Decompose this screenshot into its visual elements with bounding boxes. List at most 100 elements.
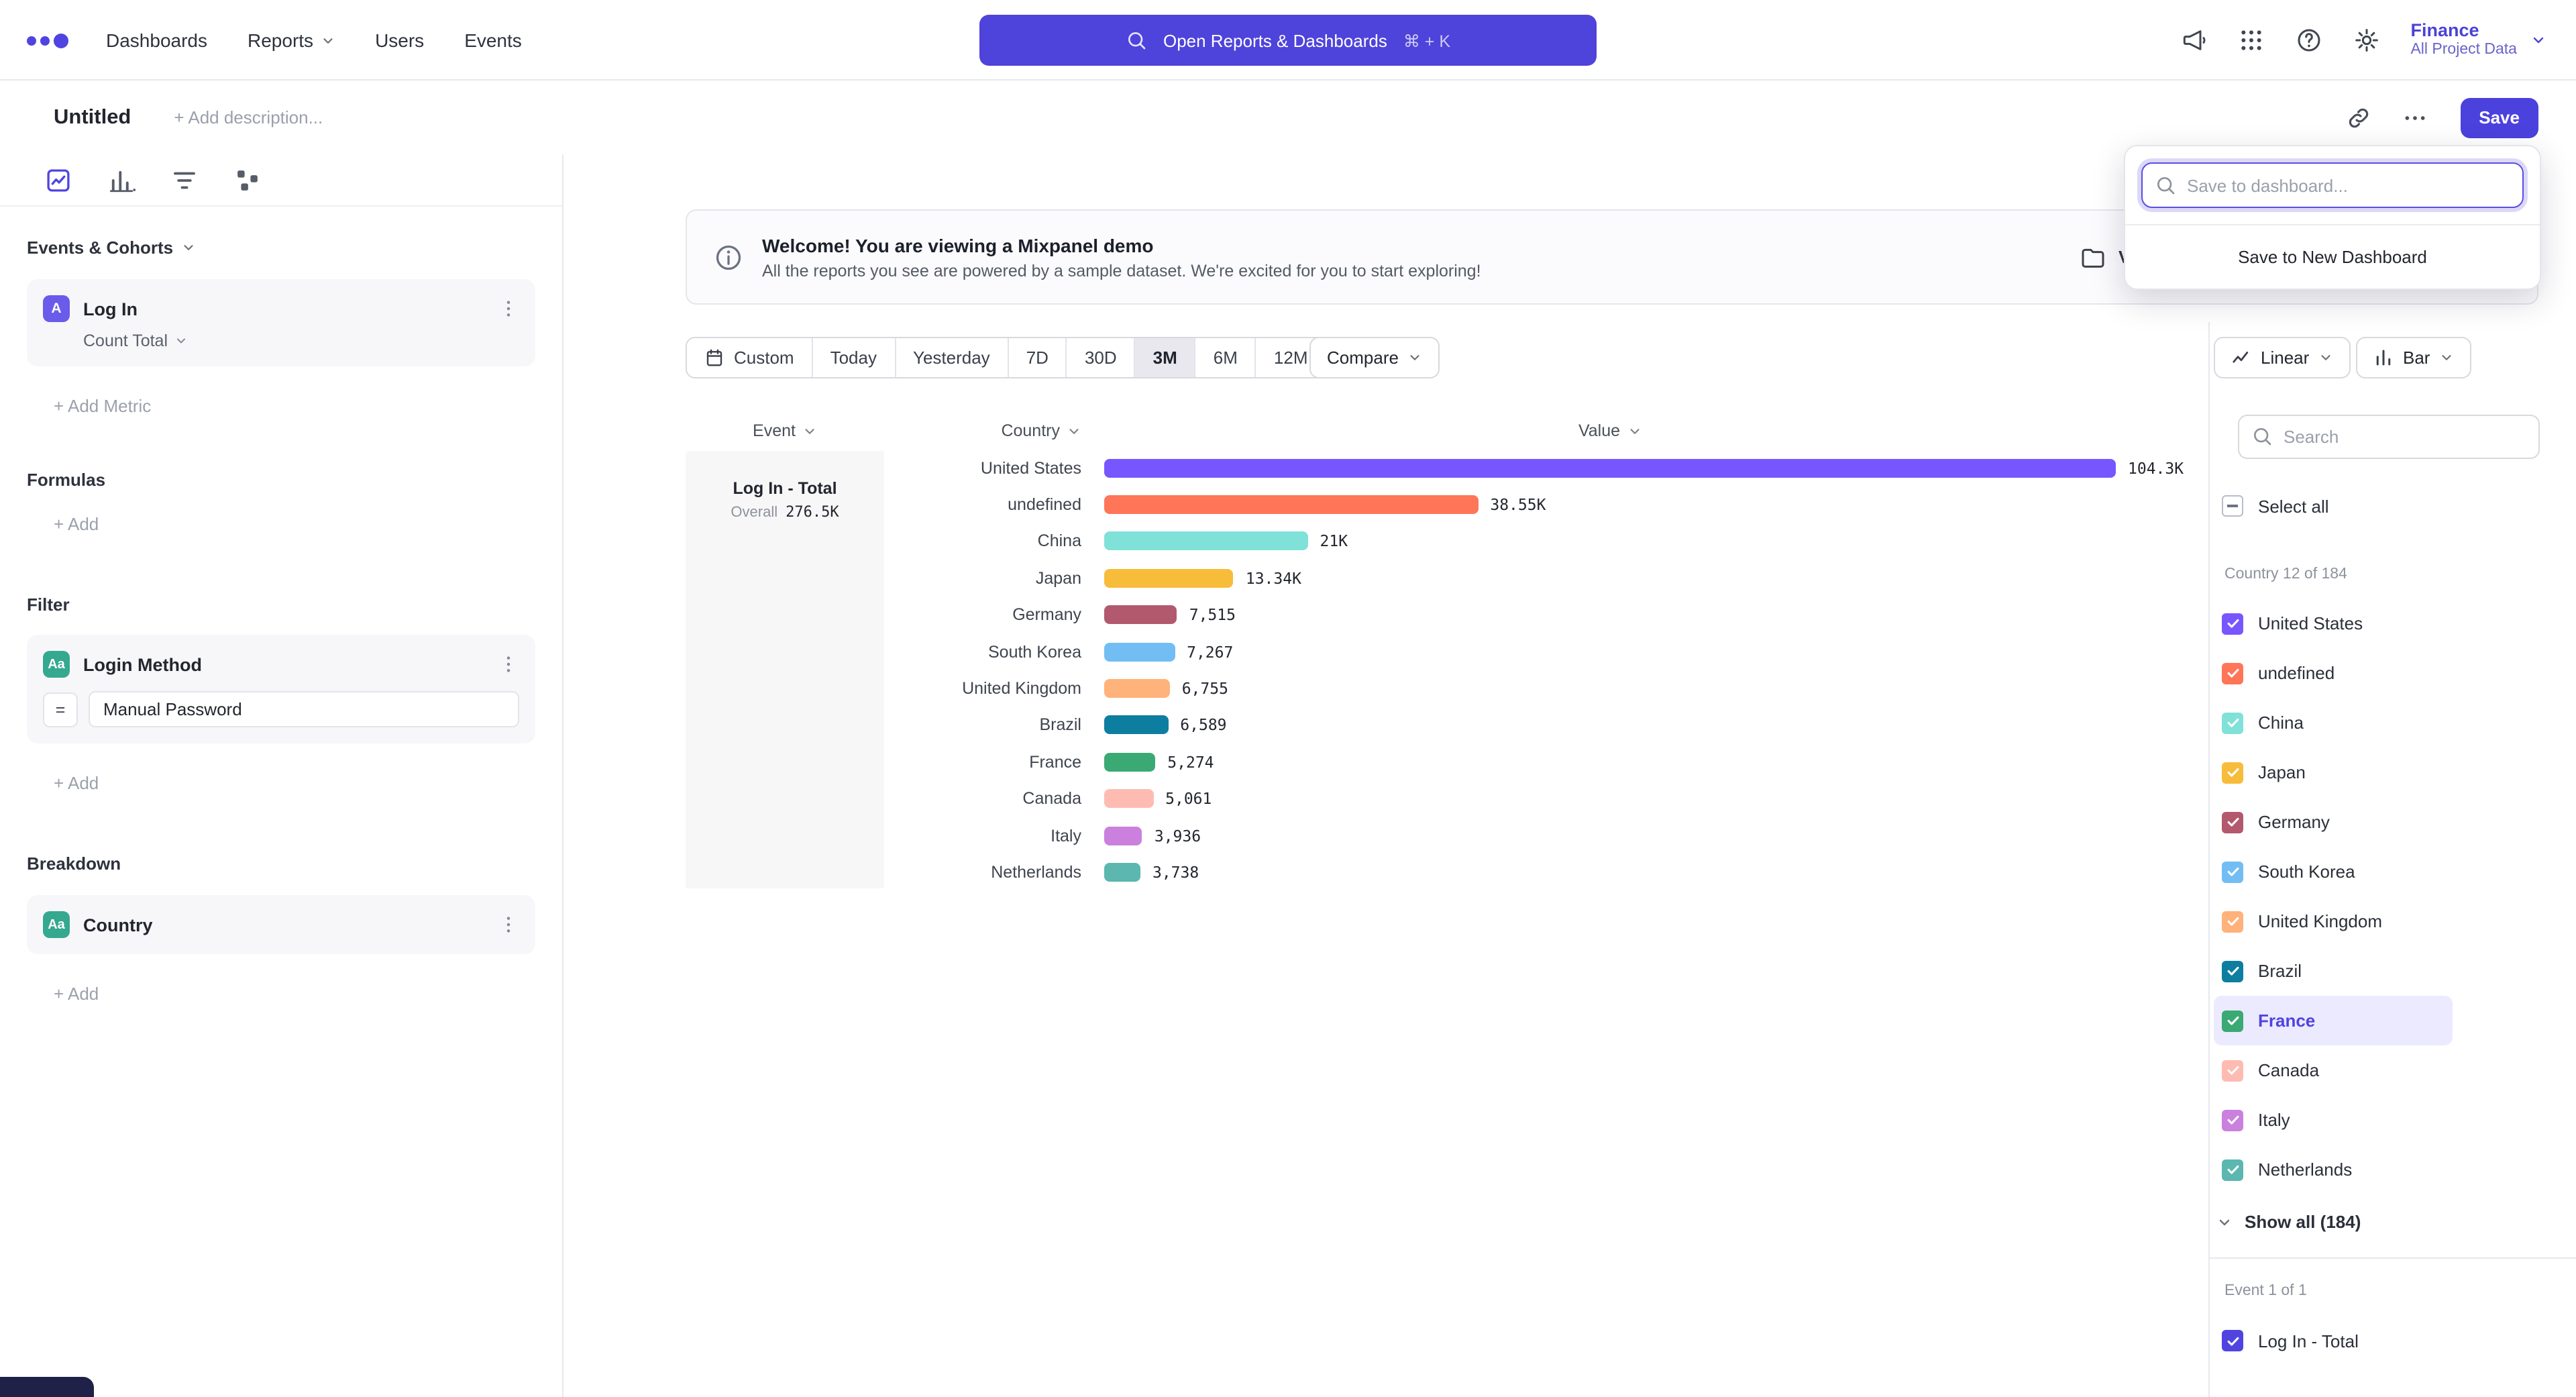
filter-operator[interactable]: = [43,692,78,727]
insights-tab-icon[interactable] [44,166,72,194]
bar-segment[interactable] [1104,642,1175,661]
project-selector[interactable]: Finance All Project Data [2410,20,2546,60]
country-label: undefined [884,495,1081,514]
report-title[interactable]: Untitled [54,105,131,130]
column-header-value[interactable]: Value [1104,420,2116,442]
copy-link-icon[interactable] [2345,104,2371,131]
checkbox-indeterminate[interactable] [2222,495,2243,517]
country-filter-item[interactable]: France [2214,996,2453,1045]
date-range-tab[interactable]: 6M [1195,338,1255,377]
metric-card[interactable]: A Log In Count Total [27,279,535,366]
top-nav: Dashboards Reports Users Events Open Rep… [0,0,2576,81]
country-filter-item[interactable]: Italy [2214,1095,2453,1145]
bar-segment[interactable] [1104,826,1142,845]
country-filter-item[interactable]: China [2214,698,2453,747]
checkbox-checked[interactable] [2222,662,2243,684]
nav-link[interactable]: Users [375,30,424,51]
flows-tab-icon[interactable] [233,166,262,194]
kebab-menu-icon[interactable] [498,298,519,319]
date-range-tab[interactable]: Today [812,338,894,377]
checkbox-checked[interactable] [2222,762,2243,783]
kebab-menu-icon[interactable] [498,654,519,675]
date-range-tab[interactable]: 30D [1066,338,1134,377]
checkbox-checked[interactable] [2222,1059,2243,1081]
checkbox-checked[interactable] [2222,1010,2243,1031]
date-range-tab[interactable]: Custom [687,338,812,377]
whats-new-icon[interactable] [2180,27,2206,54]
add-filter-button[interactable]: + Add [27,773,535,794]
kebab-menu-icon[interactable] [498,914,519,935]
bar-segment[interactable] [1104,863,1140,882]
add-metric-button[interactable]: + Add Metric [27,396,535,417]
checkbox-checked[interactable] [2222,1159,2243,1180]
metric-event-name[interactable]: Log In [83,299,138,319]
country-filter-item[interactable]: Canada [2214,1045,2453,1095]
save-button[interactable]: Save [2460,97,2538,138]
settings-gear-icon[interactable] [2353,27,2379,54]
add-formula-button[interactable]: + Add [27,514,535,535]
country-filter-item[interactable]: United States [2214,599,2453,648]
checkbox-checked[interactable] [2222,712,2243,733]
event-summary-cell[interactable]: Log In - Total Overall 276.5K [686,451,884,888]
checkbox-checked[interactable] [2222,613,2243,634]
bar-segment[interactable] [1104,716,1168,735]
chart-mode-button[interactable]: Linear [2214,337,2351,378]
save-dashboard-search-input[interactable] [2141,162,2524,208]
funnel-tab-icon[interactable] [170,166,199,194]
compare-button[interactable]: Compare [1309,337,1440,378]
filter-value-input[interactable] [89,691,519,727]
bar-segment[interactable] [1104,753,1155,772]
breakdown-card[interactable]: Aa Country [27,895,535,954]
bar-segment[interactable] [1104,458,2116,477]
chart-type-button[interactable]: Bar [2356,337,2471,378]
bar-chart-tab-icon[interactable] [107,166,136,194]
breakdown-label: Breakdown [27,853,121,873]
select-all-toggle[interactable]: Select all [2222,495,2329,517]
country-filter-item[interactable]: Japan [2214,747,2453,797]
country-filter-item[interactable]: Netherlands [2214,1145,2453,1194]
show-all-toggle[interactable]: Show all (184) [2216,1212,2361,1232]
events-cohorts-header[interactable]: Events & Cohorts [27,236,535,258]
bar-segment[interactable] [1104,495,1478,514]
column-header-country[interactable]: Country [884,420,1081,442]
country-filter-item[interactable]: Germany [2214,797,2453,847]
add-description[interactable]: + Add description... [174,107,323,127]
checkbox-checked[interactable] [2222,1330,2243,1351]
view-dataset-button[interactable]: V [2080,244,2130,270]
checkbox-checked[interactable] [2222,861,2243,882]
checkbox-checked[interactable] [2222,911,2243,932]
bar-segment[interactable] [1104,532,1308,551]
mixpanel-logo[interactable] [27,33,68,48]
country-filter-item[interactable]: Brazil [2214,946,2453,996]
date-range-tab[interactable]: Yesterday [894,338,1008,377]
global-search-button[interactable]: Open Reports & Dashboards ⌘ + K [979,15,1597,66]
breakdown-property-name[interactable]: Country [83,915,153,935]
bar-segment[interactable] [1104,606,1177,625]
date-range-tab[interactable]: 3M [1134,338,1195,377]
apps-grid-icon[interactable] [2237,27,2264,54]
save-to-new-dashboard-option[interactable]: Save to New Dashboard [2125,224,2540,289]
bar-segment[interactable] [1104,679,1170,698]
checkbox-checked[interactable] [2222,960,2243,982]
filter-card[interactable]: Aa Login Method = [27,635,535,743]
bar-segment[interactable] [1104,569,1234,588]
country-filter-item[interactable]: South Korea [2214,847,2453,896]
nav-link[interactable]: Dashboards [106,30,207,51]
date-range-tab[interactable]: 7D [1008,338,1066,377]
add-breakdown-button[interactable]: + Add [27,984,535,1005]
event-filter-item[interactable]: Log In - Total [2222,1330,2359,1351]
aggregation-selector[interactable]: Count Total [83,331,519,350]
country-filter-item[interactable]: United Kingdom [2214,896,2453,946]
chart-row: France 5,274 [884,743,2212,780]
checkbox-checked[interactable] [2222,1109,2243,1131]
bar-segment[interactable] [1104,789,1153,808]
help-icon[interactable] [2295,27,2322,54]
nav-link[interactable]: Events [464,30,522,51]
country-filter-item[interactable]: undefined [2214,648,2453,698]
nav-link[interactable]: Reports [248,30,335,51]
filter-property-name[interactable]: Login Method [83,654,202,674]
checkbox-checked[interactable] [2222,811,2243,833]
segment-search-input[interactable] [2238,415,2540,459]
column-header-event[interactable]: Event [686,420,884,442]
more-options-icon[interactable] [2401,104,2428,131]
